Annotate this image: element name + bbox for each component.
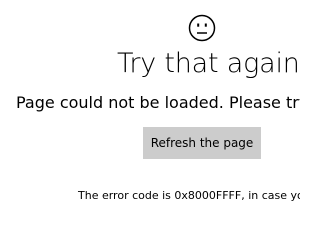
error-message: Page could not be loaded. Please try	[16, 93, 300, 112]
refresh-page-button[interactable]: Refresh the page	[143, 127, 261, 159]
error-code-text: The error code is 0x8000FFFF, in case yo…	[78, 189, 300, 202]
error-heading: Try that again	[117, 48, 300, 79]
sad-face-icon	[188, 14, 216, 42]
error-page: Try that again Page could not be loaded.…	[0, 0, 300, 210]
